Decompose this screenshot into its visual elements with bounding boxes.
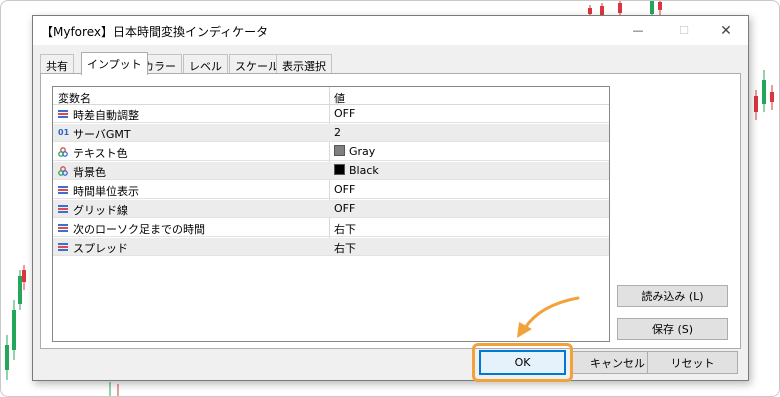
maximize-icon: ☐ <box>679 24 689 37</box>
reset-button[interactable]: リセット <box>647 351 738 374</box>
ok-button[interactable]: OK <box>479 350 566 375</box>
tab-inputs[interactable]: インプット <box>81 52 148 75</box>
row-value[interactable]: OFF <box>334 202 355 215</box>
color-swatch <box>334 145 345 156</box>
row-value[interactable]: Gray <box>334 145 375 158</box>
tab-common[interactable]: 共有 <box>40 54 74 74</box>
minimize-icon: — <box>632 24 644 37</box>
row-name: 背景色 <box>73 166 106 179</box>
table-row[interactable]: 01 サーバGMT 2 <box>53 124 609 142</box>
params-icon <box>58 205 68 213</box>
table-row[interactable]: 時間単位表示 OFF <box>53 181 609 199</box>
table-row[interactable]: スプレッド 右下 <box>53 238 609 256</box>
color-name: Gray <box>349 145 376 158</box>
minimize-button[interactable]: — <box>616 16 660 45</box>
row-value[interactable]: OFF <box>334 107 355 120</box>
title-bar[interactable]: 【Myforex】日本時間変換インディケータ — ☐ ✕ <box>33 16 748 45</box>
parameters-table: 変数名 値 時差自動調整 OFF 01 サーバGMT 2 テキスト色 Gray <box>52 86 610 342</box>
row-value[interactable]: 2 <box>334 126 341 139</box>
window-title: 【Myforex】日本時間変換インディケータ <box>41 25 269 39</box>
row-value[interactable]: 右下 <box>334 221 356 237</box>
close-icon: ✕ <box>720 22 732 39</box>
params-icon <box>58 224 68 232</box>
row-name: テキスト色 <box>73 147 128 160</box>
properties-dialog: 【Myforex】日本時間変換インディケータ — ☐ ✕ 共有 インプット カラ… <box>32 15 749 381</box>
header-value: 値 <box>334 92 345 105</box>
inputs-panel: 変数名 値 時差自動調整 OFF 01 サーバGMT 2 テキスト色 Gray <box>40 73 741 349</box>
params-icon <box>58 186 68 194</box>
row-value[interactable]: OFF <box>334 183 355 196</box>
row-name: サーバGMT <box>73 128 131 141</box>
table-row[interactable]: 次のローソク足までの時間 右下 <box>53 219 609 237</box>
integer-icon: 01 <box>58 128 70 137</box>
table-row[interactable]: テキスト色 Gray <box>53 143 609 161</box>
row-value[interactable]: 右下 <box>334 240 356 256</box>
tab-visibility[interactable]: 表示選択 <box>276 54 332 74</box>
save-button[interactable]: 保存 (S) <box>617 318 728 340</box>
row-name: グリッド線 <box>73 204 128 217</box>
row-name: 時差自動調整 <box>73 109 139 122</box>
row-name: スプレッド <box>73 242 128 255</box>
row-name: 次のローソク足までの時間 <box>73 223 205 236</box>
table-row[interactable]: 背景色 Black <box>53 162 609 180</box>
tab-levels[interactable]: レベル <box>183 54 228 74</box>
color-icon <box>58 166 68 176</box>
color-name: Black <box>349 164 379 177</box>
close-button[interactable]: ✕ <box>704 16 748 45</box>
row-name: 時間単位表示 <box>73 185 139 198</box>
table-header: 変数名 値 <box>53 87 609 105</box>
header-variable-name: 変数名 <box>58 92 91 105</box>
color-icon <box>58 147 68 157</box>
params-icon <box>58 243 68 251</box>
row-value[interactable]: Black <box>334 164 379 177</box>
color-swatch <box>334 164 345 175</box>
load-button[interactable]: 読み込み (L) <box>617 285 728 307</box>
params-icon <box>58 110 68 118</box>
table-row[interactable]: 時差自動調整 OFF <box>53 105 609 123</box>
maximize-button[interactable]: ☐ <box>662 16 706 45</box>
table-row[interactable]: グリッド線 OFF <box>53 200 609 218</box>
